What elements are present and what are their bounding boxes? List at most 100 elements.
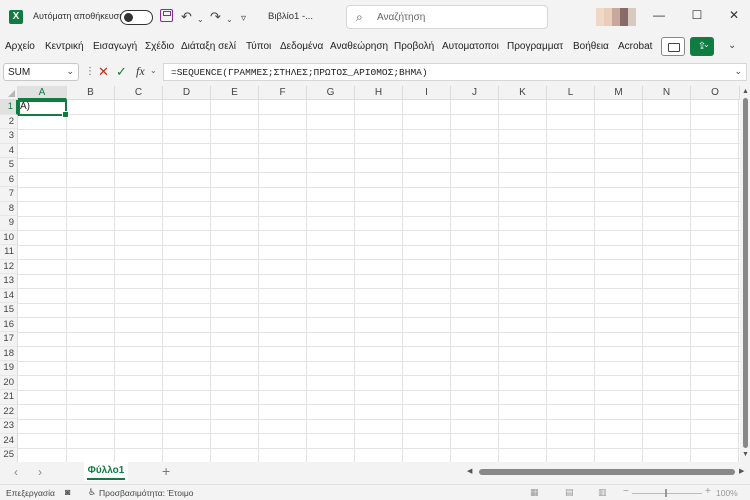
zoom-in-icon[interactable]: +	[705, 486, 711, 497]
close-button[interactable]: ✕	[724, 8, 744, 22]
column-header-b[interactable]: B	[67, 86, 115, 100]
column-header-c[interactable]: C	[115, 86, 163, 100]
save-icon[interactable]	[160, 9, 173, 22]
scroll-right-icon[interactable]: ▶	[739, 467, 744, 475]
insert-function-icon[interactable]: fx	[136, 64, 145, 79]
row-header[interactable]: 8	[0, 201, 18, 216]
zoom-slider-knob[interactable]	[665, 489, 667, 497]
account-avatar[interactable]	[596, 8, 636, 26]
scroll-down-icon[interactable]: ▼	[742, 451, 749, 458]
enter-check-icon[interactable]: ✓	[116, 64, 127, 80]
next-sheet-icon[interactable]: ›	[38, 465, 42, 479]
share-button[interactable]: ⇪	[690, 37, 714, 56]
zoom-out-icon[interactable]: −	[623, 486, 629, 497]
tab-data[interactable]: Δεδομένα	[280, 41, 323, 52]
camera-icon[interactable]: ◙	[65, 487, 70, 497]
document-title[interactable]: Βιβλίο1 -...	[268, 11, 313, 22]
customize-toolbar-icon[interactable]: ▿	[241, 11, 246, 27]
normal-view-icon[interactable]: ▦	[530, 487, 539, 498]
expand-formula-bar-icon[interactable]: ⌄	[734, 66, 742, 77]
column-header-l[interactable]: L	[547, 86, 595, 100]
scroll-left-icon[interactable]: ◀	[467, 467, 472, 475]
row-header[interactable]: 18	[0, 346, 18, 361]
cancel-icon[interactable]: ✕	[98, 64, 109, 80]
row-header[interactable]: 2	[0, 114, 18, 129]
row-header[interactable]: 10	[0, 230, 18, 245]
row-header[interactable]: 6	[0, 172, 18, 187]
tab-formulas[interactable]: Τύποι	[246, 41, 271, 52]
row-header[interactable]: 12	[0, 259, 18, 274]
redo-icon[interactable]: ↷	[210, 9, 221, 25]
row-header[interactable]: 20	[0, 375, 18, 390]
tab-page-layout[interactable]: Διάταξη σελί	[181, 41, 240, 52]
autosave-toggle[interactable]	[120, 10, 153, 25]
tab-help[interactable]: Βοήθεια	[573, 41, 609, 52]
row-header[interactable]: 24	[0, 433, 18, 448]
add-sheet-button[interactable]: +	[162, 463, 170, 479]
horizontal-scroll-thumb[interactable]	[479, 469, 735, 475]
sheet-tab-1[interactable]: Φύλλο1	[84, 462, 128, 481]
vertical-scroll-thumb[interactable]	[743, 98, 748, 448]
row-header[interactable]: 9	[0, 216, 18, 231]
redo-dropdown-icon[interactable]: ⌄	[226, 12, 233, 28]
search-box[interactable]: ⌕ Αναζήτηση	[346, 5, 548, 29]
function-dropdown-icon[interactable]: ⌄	[150, 66, 157, 75]
row-header[interactable]: 21	[0, 390, 18, 405]
zoom-level[interactable]: 100%	[716, 488, 738, 498]
row-header[interactable]: 25	[0, 448, 18, 462]
row-header[interactable]: 4	[0, 143, 18, 158]
row-header[interactable]: 15	[0, 303, 18, 318]
tab-insert[interactable]: Εισαγωγή	[93, 41, 137, 52]
chevron-down-icon[interactable]: ⌄	[66, 66, 74, 77]
row-header[interactable]: 5	[0, 158, 18, 173]
row-header[interactable]: 11	[0, 245, 18, 260]
row-header[interactable]: 7	[0, 187, 18, 202]
row-header[interactable]: 13	[0, 274, 18, 289]
page-break-view-icon[interactable]: ▥	[598, 487, 607, 498]
tab-home[interactable]: Κεντρική	[45, 41, 84, 52]
previous-sheet-icon[interactable]: ‹	[14, 465, 18, 479]
column-header-n[interactable]: N	[643, 86, 691, 100]
column-header-d[interactable]: D	[163, 86, 211, 100]
column-header-a[interactable]: A	[18, 86, 67, 100]
row-header[interactable]: 3	[0, 129, 18, 144]
row-header[interactable]: 23	[0, 419, 18, 434]
row-header[interactable]: 16	[0, 317, 18, 332]
select-all-button[interactable]	[0, 86, 18, 100]
comments-button[interactable]	[661, 37, 685, 56]
column-header-m[interactable]: M	[595, 86, 643, 100]
row-header[interactable]: 19	[0, 361, 18, 376]
row-header[interactable]: 14	[0, 288, 18, 303]
undo-dropdown-icon[interactable]: ⌄	[197, 12, 204, 28]
row-header[interactable]: 1	[0, 100, 18, 115]
row-header[interactable]: 22	[0, 404, 18, 419]
scroll-up-icon[interactable]: ▲	[742, 88, 749, 95]
vertical-scrollbar[interactable]: ▲ ▼	[740, 86, 750, 462]
tab-automate[interactable]: Αυτοματοποι	[442, 41, 503, 52]
formula-input[interactable]: =SEQUENCE(ΓΡΑΜΜΕΣ;ΣΤΗΛΕΣ;ΠΡΩΤΟΣ_ΑΡΙΘΜΟΣ;…	[163, 63, 747, 81]
column-header-e[interactable]: E	[211, 86, 259, 100]
accessibility-status[interactable]: Προσβασιμότητα: Έτοιμο	[99, 488, 194, 498]
tab-acrobat[interactable]: Acrobat	[618, 41, 652, 52]
column-header-i[interactable]: I	[403, 86, 451, 100]
row-header[interactable]: 17	[0, 332, 18, 347]
column-header-h[interactable]: H	[355, 86, 403, 100]
more-options-icon[interactable]: ⋮	[85, 66, 95, 77]
undo-icon[interactable]: ↶	[181, 9, 192, 25]
tab-view[interactable]: Προβολή	[394, 41, 434, 52]
page-layout-view-icon[interactable]: ▤	[565, 487, 574, 498]
zoom-slider[interactable]	[632, 493, 702, 494]
column-header-f[interactable]: F	[259, 86, 307, 100]
tab-draw[interactable]: Σχέδιο	[145, 41, 174, 52]
column-header-g[interactable]: G	[307, 86, 355, 100]
share-dropdown-icon[interactable]: ⌄	[703, 40, 710, 49]
name-box[interactable]: SUM ⌄	[3, 63, 79, 81]
column-header-k[interactable]: K	[499, 86, 547, 100]
column-header-j[interactable]: J	[451, 86, 499, 100]
tab-developer[interactable]: Προγραμματ	[507, 41, 568, 52]
worksheet-grid[interactable]: A B C D E F G H I J K L M N O 1 2 3 4 5 …	[0, 86, 740, 462]
accessibility-icon[interactable]: ♿	[88, 487, 96, 498]
tab-review[interactable]: Αναθεώρηση	[330, 41, 388, 52]
minimize-button[interactable]: —	[649, 8, 669, 22]
tab-file[interactable]: Αρχείο	[5, 41, 35, 52]
